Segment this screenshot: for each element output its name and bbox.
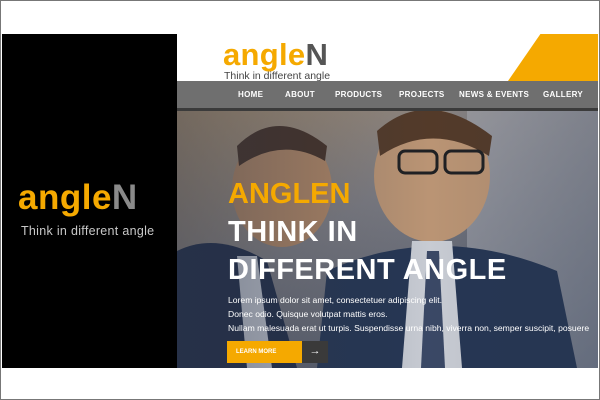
brand-tagline: Think in different angle [21,224,155,238]
website-mockup: angleN Think in different angle HOME ABO… [177,34,598,368]
hero-title-line1: ANGLEN [228,178,351,210]
site-logo[interactable]: angleN [223,39,328,70]
screenshot-frame: angleN Think in different angle angleN T… [0,0,600,400]
brand-panel: angleN Think in different angle [2,34,177,368]
hero-title-line3: DIFFERENT ANGLE [228,254,507,286]
nav-gallery[interactable]: GALLERY [543,81,583,108]
hero-banner: ANGLEN THINK IN DIFFERENT ANGLE Lorem ip… [177,111,598,368]
nav-projects[interactable]: PROJECTS [399,81,445,108]
nav-news-events[interactable]: NEWS & EVENTS [459,81,529,108]
hero-title-line2: THINK IN [228,216,358,248]
hero-text-line3: Nullam malesuada erat ut turpis. Suspend… [228,323,590,333]
hero-text-line1: Lorem ipsum dolor sit amet, consectetuer… [228,295,442,305]
header-accent-shape [508,34,598,81]
brand-logo-part1: angle [18,178,112,217]
brand-logo: angleN [18,180,138,215]
hero-text-line2: Donec odio. Quisque volutpat mattis eros… [228,309,388,319]
nav-about[interactable]: ABOUT [285,81,315,108]
site-logo-part1: angle [223,37,306,72]
main-nav: HOME ABOUT PRODUCTS PROJECTS NEWS & EVEN… [177,81,598,111]
site-header: angleN Think in different angle [177,34,598,82]
nav-products[interactable]: PRODUCTS [335,81,382,108]
site-logo-part2: N [305,37,329,72]
brand-logo-part2: N [111,178,138,217]
nav-home[interactable]: HOME [238,81,263,108]
learn-more-button[interactable]: LEARN MORE [227,341,302,363]
arrow-right-icon[interactable]: → [302,341,328,363]
